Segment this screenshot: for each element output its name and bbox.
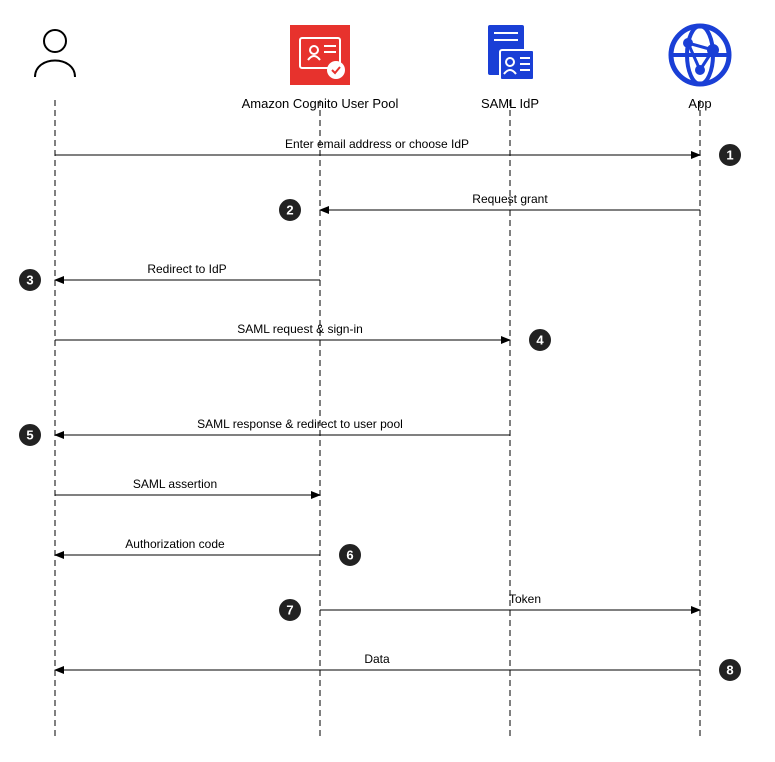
step-7-badge: 7 <box>278 598 302 622</box>
cognito-icon <box>290 25 350 85</box>
step-4-badge: 4 <box>528 328 552 352</box>
step-6-badge: 6 <box>338 543 362 567</box>
msg-3-label: Redirect to IdP <box>147 262 226 276</box>
msg-4-label: SAML request & sign-in <box>237 322 363 336</box>
cognito-label: Amazon Cognito User Pool <box>242 96 399 111</box>
app-icon <box>671 26 729 84</box>
svg-text:2: 2 <box>286 203 293 218</box>
step-8-badge: 8 <box>718 658 742 682</box>
msg-2-label: Request grant <box>472 192 548 206</box>
svg-text:6: 6 <box>346 548 353 563</box>
idp-label: SAML IdP <box>481 96 539 111</box>
svg-text:8: 8 <box>726 663 733 678</box>
msg-7-label: Token <box>509 592 541 606</box>
svg-text:4: 4 <box>536 333 544 348</box>
user-icon <box>35 30 75 77</box>
svg-text:5: 5 <box>26 428 33 443</box>
step-1-badge: 1 <box>718 143 742 167</box>
msg-6a-label: SAML assertion <box>133 477 217 491</box>
msg-1-label: Enter email address or choose IdP <box>285 137 469 151</box>
svg-text:7: 7 <box>286 603 293 618</box>
idp-icon <box>488 25 534 80</box>
step-3-badge: 3 <box>18 268 42 292</box>
svg-text:3: 3 <box>26 273 33 288</box>
msg-8-label: Data <box>364 652 390 666</box>
step-5-badge: 5 <box>18 423 42 447</box>
msg-5-label: SAML response & redirect to user pool <box>197 417 403 431</box>
step-2-badge: 2 <box>278 198 302 222</box>
msg-6b-label: Authorization code <box>125 537 225 551</box>
sequence-diagram: Amazon Cognito User Pool SAML IdP App <box>0 0 775 762</box>
svg-text:1: 1 <box>726 148 733 163</box>
app-label: App <box>688 96 711 111</box>
